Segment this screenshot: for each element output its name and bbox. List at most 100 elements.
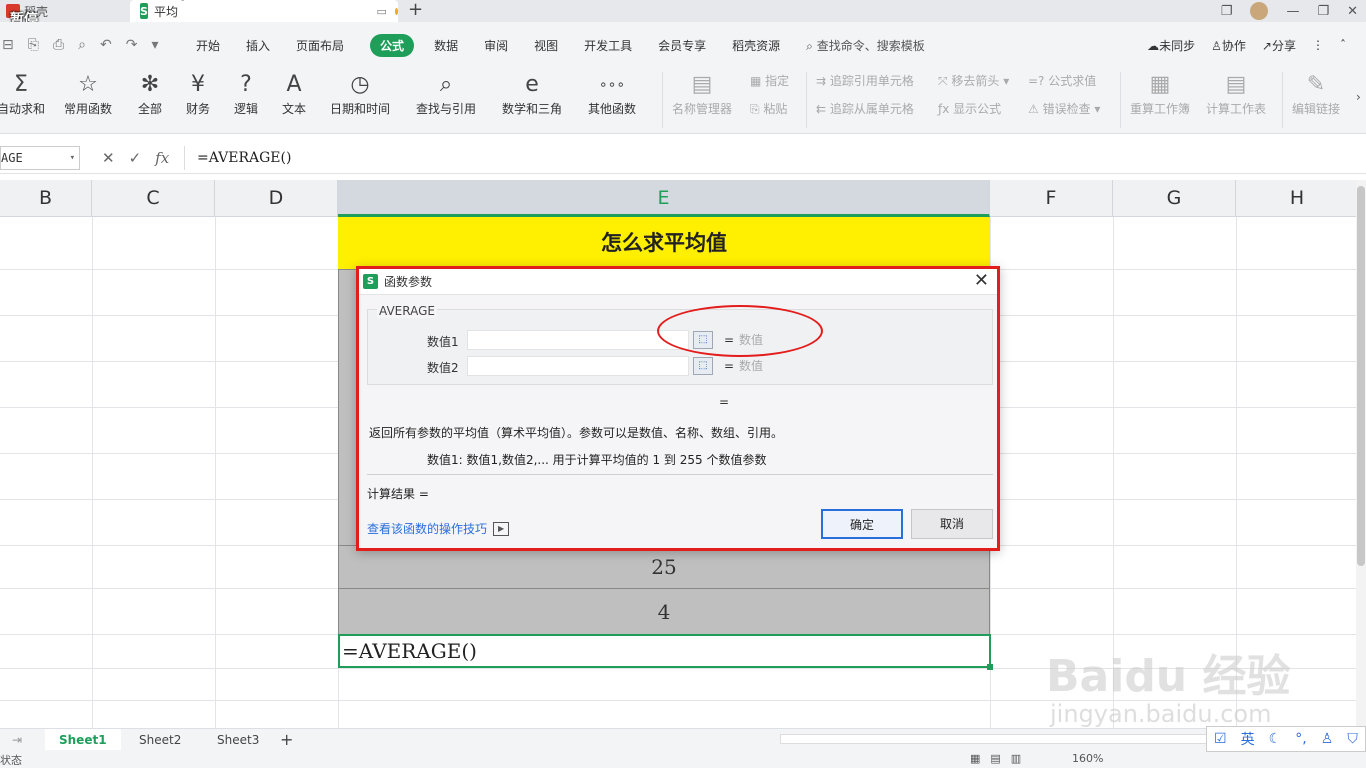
chevron-down-icon[interactable]: ▾	[151, 37, 158, 53]
user-icon[interactable]: ♙	[1321, 731, 1334, 747]
undo-icon[interactable]: ↶	[100, 37, 112, 53]
sheet-tab-sheet2[interactable]: Sheet2	[139, 729, 181, 751]
calc-sheet-button[interactable]: ▤ 计算工作表	[1206, 70, 1266, 117]
menu-data[interactable]: 数据	[434, 37, 458, 54]
financial-button[interactable]: ¥ 财务	[186, 70, 210, 117]
chevron-down-icon: ▾	[1090, 102, 1101, 116]
column-header-e[interactable]: E	[338, 180, 990, 217]
ime-check-icon[interactable]: ☑	[1214, 731, 1227, 747]
other-functions-button[interactable]: ∘∘∘ 其他函数	[588, 70, 636, 117]
horizontal-scrollbar[interactable]	[780, 734, 1210, 744]
recalc-workbook-button[interactable]: ▦ 重算工作簿	[1130, 70, 1190, 117]
name-manager-button[interactable]: ▤ 名称管理器	[672, 70, 732, 117]
print-icon[interactable]: ⎙	[53, 37, 64, 53]
sheet-tab-sheet1[interactable]: Sheet1	[45, 729, 121, 751]
autosum-button[interactable]: Σ 自动求和	[0, 70, 46, 117]
sync-button[interactable]: ☁未同步	[1147, 37, 1195, 54]
cancel-button[interactable]: 取消	[911, 509, 993, 539]
lookup-button[interactable]: ⌕ 查找与引用	[416, 70, 476, 117]
define-name-button[interactable]: ▦ 指定	[750, 72, 789, 89]
question-icon: ?	[240, 72, 252, 97]
chevron-down-icon[interactable]: ▾	[70, 147, 75, 169]
remove-arrows-button[interactable]: ⤧ 移去箭头 ▾	[938, 72, 1009, 89]
sigma-icon: Σ	[14, 72, 28, 97]
confirm-entry-icon[interactable]: ✓	[129, 146, 142, 170]
export-icon[interactable]: ⎘	[28, 37, 39, 53]
command-search[interactable]: ⌕ 查找命令、搜索模板	[806, 37, 925, 54]
function-tips-link[interactable]: 查看该函数的操作技巧 ▶	[367, 520, 510, 537]
monitor-icon[interactable]: ▭	[376, 5, 386, 18]
view-mode-icons[interactable]: ▦▤▥	[970, 752, 1031, 765]
math-trig-button[interactable]: e 数学和三角	[502, 70, 562, 117]
fill-handle[interactable]	[987, 664, 993, 670]
restore-icon[interactable]: ❐	[1317, 4, 1329, 19]
menu-formulas[interactable]: 公式	[370, 33, 415, 57]
name-box[interactable]: AGE ▾	[0, 146, 80, 170]
column-header-c[interactable]: C	[92, 180, 215, 217]
arg1-input[interactable]	[467, 330, 689, 350]
cancel-entry-icon[interactable]: ✕	[102, 146, 115, 170]
scrollbar-thumb[interactable]	[1357, 186, 1365, 566]
evaluate-formula-button[interactable]: =? 公式求值	[1028, 72, 1096, 89]
menu-home[interactable]: 开始	[196, 37, 220, 54]
menu-docer[interactable]: 稻壳资源	[732, 37, 780, 54]
menu-view[interactable]: 视图	[534, 37, 558, 54]
range-select-icon[interactable]: ⬚	[693, 357, 713, 375]
collab-button[interactable]: ♙协作	[1211, 37, 1246, 54]
star-icon: ☆	[78, 72, 98, 97]
avatar[interactable]	[1250, 2, 1269, 20]
arg2-input[interactable]	[467, 356, 689, 376]
sheet-nav-last-icon[interactable]: ⇥	[12, 729, 22, 751]
column-header-d[interactable]: D	[215, 180, 338, 217]
recalc-workbook-icon: ▦	[1149, 72, 1171, 97]
add-sheet-button[interactable]: +	[280, 729, 293, 751]
minimize-icon[interactable]: —	[1286, 4, 1299, 19]
redo-icon[interactable]: ↷	[126, 37, 138, 53]
trace-dependents-button[interactable]: ⇇ 追踪从属单元格	[816, 100, 914, 117]
column-header-f[interactable]: F	[990, 180, 1113, 217]
data-cell[interactable]: 25	[338, 545, 990, 588]
insert-function-icon[interactable]: fx	[155, 146, 169, 170]
data-cell[interactable]: 4	[338, 588, 990, 634]
moon-icon[interactable]: ☾	[1269, 731, 1282, 747]
error-check-button[interactable]: ⚠ 错误检查 ▾	[1028, 100, 1100, 117]
close-window-icon[interactable]: ✕	[1347, 4, 1358, 19]
ime-lang[interactable]: 英	[1241, 729, 1255, 749]
save-icon[interactable]: ⊟	[2, 37, 14, 53]
ok-button[interactable]: 确定	[821, 509, 903, 539]
column-header-b[interactable]: B	[0, 180, 92, 217]
edit-links-button[interactable]: ✎ 编辑链接	[1292, 70, 1340, 117]
text-button[interactable]: A 文本	[282, 70, 306, 117]
common-functions-button[interactable]: ☆ 常用函数	[64, 70, 112, 117]
shirt-icon[interactable]: ⛉	[1347, 731, 1358, 747]
zoom-level[interactable]: 160%	[1072, 752, 1103, 765]
collapse-ribbon-icon[interactable]: ˆ	[1340, 38, 1346, 52]
column-header-g[interactable]: G	[1113, 180, 1236, 217]
ribbon-scroll-right-icon[interactable]: ›	[1356, 90, 1361, 104]
show-formulas-button[interactable]: ƒx 显示公式	[938, 100, 1001, 117]
menu-insert[interactable]: 插入	[246, 37, 270, 54]
more-options-icon[interactable]: ⋮	[1312, 38, 1324, 52]
paste-name-button[interactable]: ⎘ 粘贴	[750, 100, 787, 117]
menu-member[interactable]: 会员专享	[658, 37, 706, 54]
sheet-tab-sheet3[interactable]: Sheet3	[217, 729, 259, 751]
window-count-icon[interactable]: ❐	[1221, 4, 1233, 19]
all-functions-button[interactable]: ✻ 全部	[138, 70, 162, 117]
logical-button[interactable]: ? 逻辑	[234, 70, 258, 117]
menu-developer[interactable]: 开发工具	[584, 37, 632, 54]
punctuation-icon[interactable]: °,	[1295, 731, 1306, 747]
date-time-button[interactable]: ◷ 日期和时间	[330, 70, 390, 117]
vertical-scrollbar[interactable]	[1356, 180, 1366, 728]
column-header-h[interactable]: H	[1236, 180, 1356, 217]
share-button[interactable]: ↗分享	[1262, 37, 1296, 54]
new-tab-button[interactable]: +	[408, 0, 423, 20]
close-icon[interactable]: ✕	[974, 271, 989, 291]
trace-precedents-button[interactable]: ⇉ 追踪引用单元格	[816, 72, 914, 89]
menu-review[interactable]: 审阅	[484, 37, 508, 54]
menu-page-layout[interactable]: 页面布局	[296, 37, 344, 54]
preview-icon[interactable]: ⌕	[78, 37, 86, 53]
formula-input[interactable]: =AVERAGE()	[184, 146, 1354, 170]
title-cell[interactable]: 怎么求平均值	[338, 217, 990, 269]
tab-file[interactable]: S 怎么求平均值.xlsx ▭	[130, 0, 398, 36]
active-cell[interactable]: =AVERAGE()	[338, 634, 993, 670]
